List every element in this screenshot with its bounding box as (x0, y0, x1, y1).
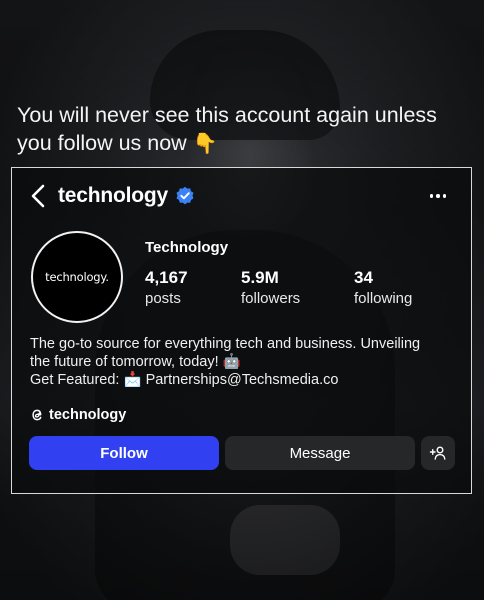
headline: You will never see this account again un… (17, 101, 477, 158)
headline-text: You will never see this account again un… (17, 103, 437, 155)
back-icon[interactable] (27, 183, 49, 209)
threads-handle: technology (49, 407, 127, 423)
profile-card: technology technology. Technology 4,167 … (11, 167, 472, 494)
stat-followers[interactable]: 5.9M followers (241, 268, 300, 309)
follow-button[interactable]: Follow (29, 436, 219, 470)
pointing-down-emoji: 👇 (192, 133, 218, 155)
verified-badge-icon (175, 186, 195, 206)
message-button[interactable]: Message (225, 436, 415, 470)
bio-contact-line[interactable]: Get Featured: 📩 Partnerships@Techsmedia.… (30, 371, 460, 389)
profile-top-bar: technology (12, 168, 471, 224)
more-options-icon[interactable] (425, 184, 451, 208)
following-count: 34 (354, 268, 373, 287)
suggested-users-button[interactable] (421, 436, 455, 470)
bio-line: The go-to source for everything tech and… (30, 336, 421, 352)
add-user-icon (429, 446, 446, 460)
posts-count: 4,167 (145, 268, 188, 287)
threads-link[interactable]: technology (30, 406, 126, 424)
stat-posts[interactable]: 4,167 posts (145, 268, 188, 309)
posts-label: posts (145, 290, 181, 307)
followers-count: 5.9M (241, 268, 279, 287)
threads-icon (30, 408, 44, 422)
display-name: Technology (145, 239, 229, 256)
avatar-logo-text: technology. (45, 270, 109, 284)
profile-bio: The go-to source for everything tech and… (30, 335, 460, 389)
avatar[interactable]: technology. (31, 231, 123, 323)
stat-following[interactable]: 34 following (354, 268, 412, 309)
profile-handle: technology (58, 184, 169, 207)
followers-label: followers (241, 290, 301, 307)
bio-line: the future of tomorrow, today! 🤖 (30, 354, 241, 370)
following-label: following (354, 290, 413, 307)
